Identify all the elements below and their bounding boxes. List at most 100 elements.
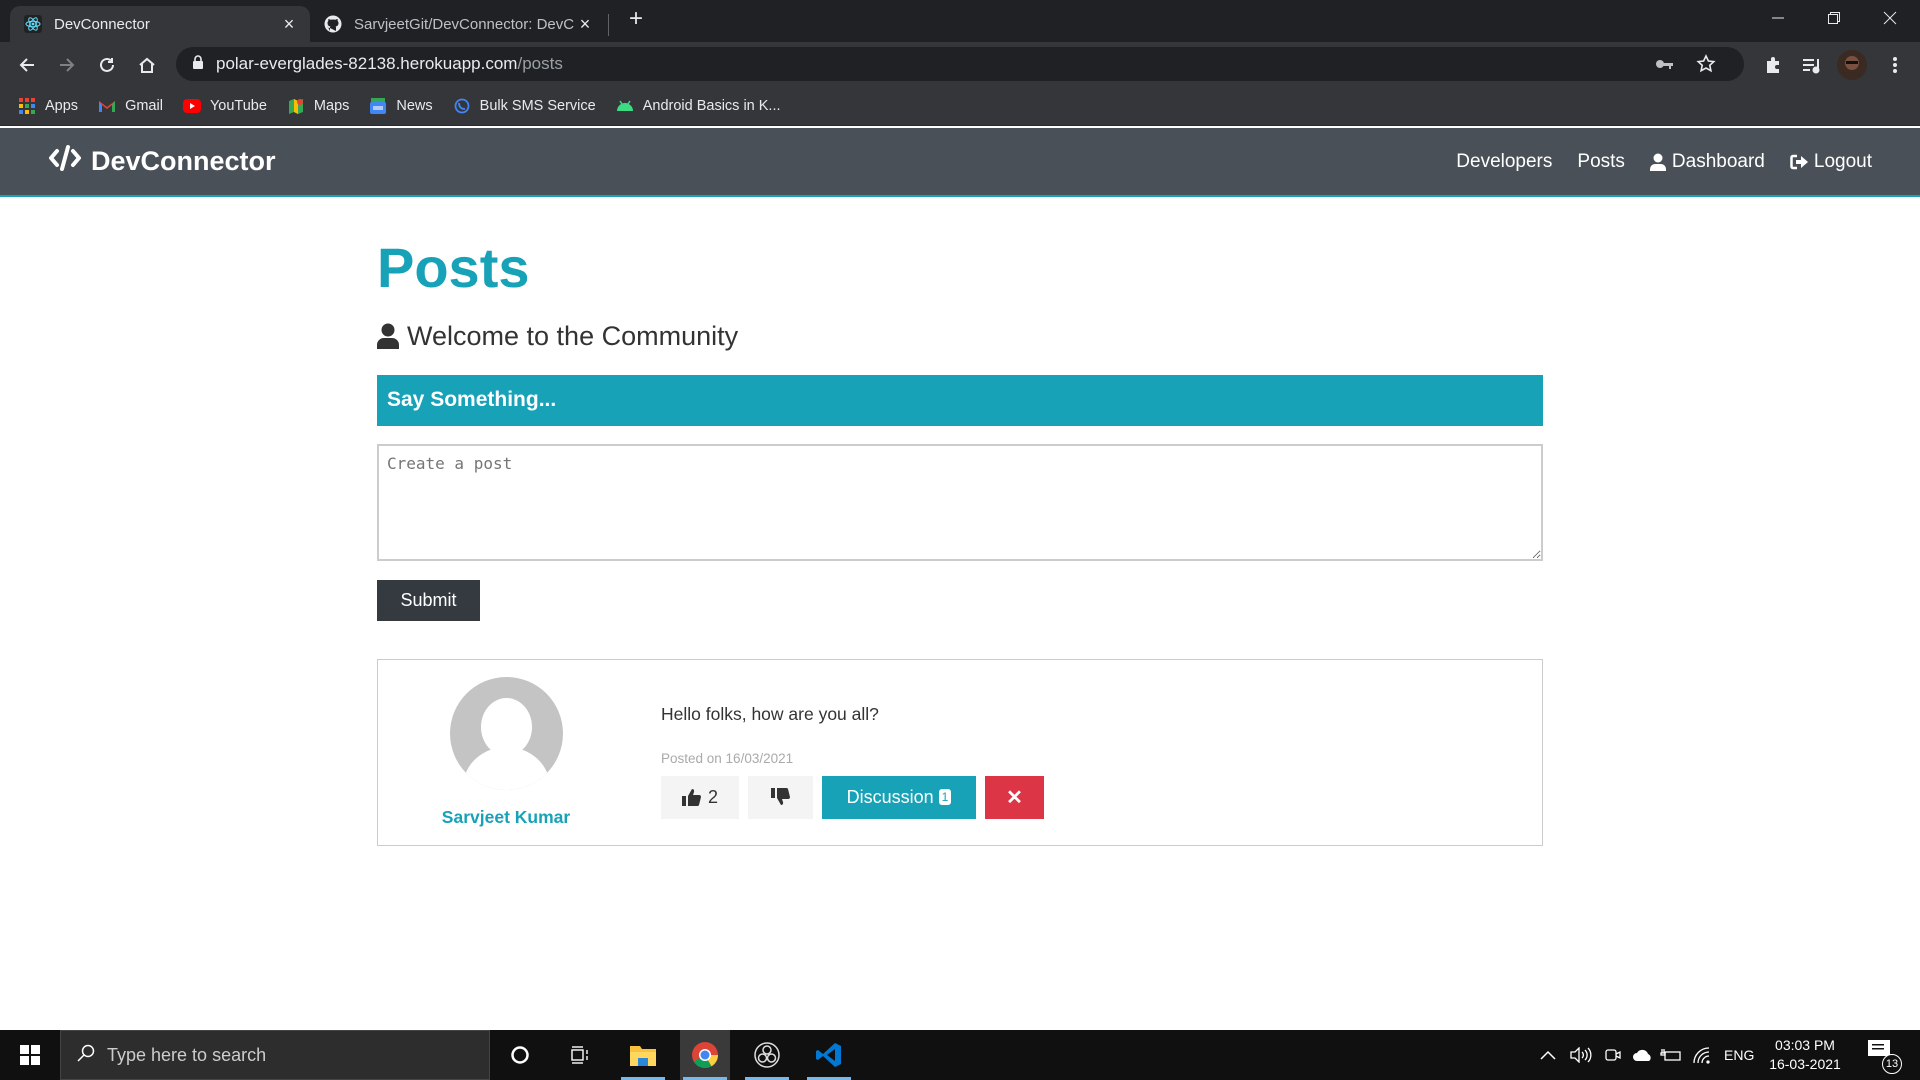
like-button[interactable]: 2: [661, 775, 739, 819]
nav-logout[interactable]: Logout: [1790, 151, 1872, 173]
bookmark-bulk-sms[interactable]: Bulk SMS Service: [453, 97, 596, 115]
extensions-puzzle-icon[interactable]: [1758, 50, 1788, 80]
submit-button[interactable]: Submit: [377, 579, 480, 621]
volume-icon[interactable]: [1570, 1030, 1592, 1080]
bookmark-apps[interactable]: Apps: [18, 97, 78, 115]
bookmark-maps[interactable]: Maps: [287, 97, 349, 115]
user-icon: [1649, 153, 1666, 171]
news-icon: [369, 97, 387, 115]
clock-date: 16-03-2021: [1769, 1056, 1841, 1072]
battery-icon[interactable]: [1660, 1030, 1682, 1080]
tab-github[interactable]: SarvjeetGit/DevConnector: DevCo ×: [310, 6, 606, 42]
search-placeholder: Type here to search: [107, 1044, 267, 1065]
reload-icon[interactable]: [92, 50, 122, 80]
nav-label: Logout: [1813, 150, 1872, 172]
discussion-label: Discussion: [846, 786, 934, 807]
chrome-taskbar-icon[interactable]: [680, 1030, 730, 1080]
discussion-button[interactable]: Discussion 1: [822, 775, 976, 819]
tab-title: DevConnector: [54, 15, 150, 33]
nav-label: Developers: [1456, 150, 1553, 172]
nav-label: Dashboard: [1671, 150, 1765, 172]
bookmark-news[interactable]: News: [369, 97, 433, 115]
close-tab-icon[interactable]: ×: [278, 13, 300, 35]
brand-link[interactable]: DevConnector: [48, 145, 276, 178]
clock-time: 03:03 PM: [1775, 1037, 1835, 1053]
show-hidden-icons[interactable]: [1540, 1030, 1556, 1080]
search-icon: [77, 1044, 95, 1067]
nav-label: Posts: [1577, 150, 1625, 172]
author-avatar[interactable]: [449, 676, 563, 790]
bookmark-youtube[interactable]: YouTube: [182, 97, 267, 115]
onedrive-icon[interactable]: [1632, 1030, 1654, 1080]
gmail-icon: [98, 97, 116, 115]
user-icon: [377, 323, 399, 350]
android-icon: [616, 97, 634, 115]
system-clock[interactable]: 03:03 PM 16-03-2021: [1760, 1036, 1850, 1074]
nav-dashboard[interactable]: Dashboard: [1649, 150, 1765, 173]
apps-grid-icon: [18, 97, 36, 115]
times-icon: ✕: [1006, 786, 1023, 809]
windows-start-button[interactable]: [0, 1030, 60, 1080]
sign-out-icon: [1790, 154, 1808, 170]
file-explorer-icon[interactable]: [618, 1030, 668, 1080]
forward-arrow-icon[interactable]: [52, 50, 82, 80]
minimize-button[interactable]: [1750, 0, 1806, 36]
bookmark-label: Android Basics in K...: [642, 98, 781, 114]
page-title: Posts: [377, 236, 530, 299]
bookmark-label: YouTube: [209, 98, 267, 114]
bookmark-label: Maps: [313, 98, 350, 114]
close-window-button[interactable]: [1862, 0, 1918, 36]
vscode-icon[interactable]: [804, 1030, 854, 1080]
sms-icon: [453, 97, 471, 115]
post-form: Say Something... Submit: [377, 374, 1543, 621]
camera-icon[interactable]: [1604, 1030, 1622, 1080]
bookmark-label: Apps: [45, 98, 79, 114]
taskbar-search-box[interactable]: Type here to search: [60, 1030, 490, 1080]
browser-toolbar: polar-everglades-82138.herokuapp.com/pos…: [0, 42, 1920, 87]
key-icon[interactable]: [1654, 55, 1674, 78]
form-header: Say Something...: [377, 374, 1543, 426]
thumbs-down-icon: [770, 788, 791, 806]
create-post-textarea[interactable]: [377, 443, 1543, 561]
bookmark-star-icon[interactable]: [1696, 54, 1716, 79]
post-text: Hello folks, how are you all?: [661, 703, 879, 724]
tab-devconnector[interactable]: DevConnector ×: [10, 6, 310, 42]
home-icon[interactable]: [132, 50, 162, 80]
author-name[interactable]: Sarvjeet Kumar: [442, 807, 570, 828]
maps-icon: [287, 97, 305, 115]
youtube-icon: [182, 97, 201, 115]
delete-post-button[interactable]: ✕: [985, 775, 1044, 819]
post-date: Posted on 16/03/2021: [661, 750, 794, 766]
notification-count-badge: 13: [1882, 1054, 1902, 1074]
bookmark-gmail[interactable]: Gmail: [98, 97, 163, 115]
wifi-icon[interactable]: [1692, 1030, 1712, 1080]
post-actions: 2 Discussion 1 ✕: [661, 775, 1044, 819]
new-tab-button[interactable]: +: [624, 7, 648, 32]
action-center-button[interactable]: 13: [1868, 1040, 1902, 1074]
back-arrow-icon[interactable]: [12, 50, 42, 80]
lead-text: Welcome to the Community: [407, 320, 739, 351]
cortana-icon[interactable]: [495, 1030, 545, 1080]
bookmark-android-basics[interactable]: Android Basics in K...: [616, 97, 781, 115]
page-lead: Welcome to the Community: [377, 321, 1543, 352]
restore-button[interactable]: [1806, 0, 1862, 36]
thumbs-up-icon: [681, 788, 702, 807]
like-count: 2: [707, 786, 718, 807]
profile-avatar[interactable]: [1837, 50, 1867, 80]
address-bar[interactable]: polar-everglades-82138.herokuapp.com/pos…: [176, 47, 1744, 81]
bookmarks-bar: Apps Gmail YouTube Maps News Bulk SMS Se…: [0, 87, 1920, 126]
obs-icon[interactable]: [742, 1030, 792, 1080]
brand-name: DevConnector: [91, 146, 276, 176]
bookmark-label: News: [396, 98, 433, 114]
windows-taskbar: Type here to search ENG 03:03 PM 16-03-2…: [0, 1030, 1920, 1080]
dislike-button[interactable]: [748, 775, 813, 819]
nav-posts[interactable]: Posts: [1577, 151, 1625, 173]
post-author[interactable]: Sarvjeet Kumar: [378, 660, 634, 845]
media-queue-icon[interactable]: [1797, 50, 1827, 80]
close-tab-icon[interactable]: ×: [574, 13, 596, 35]
nav-developers[interactable]: Developers: [1456, 151, 1552, 173]
bookmark-label: Bulk SMS Service: [479, 98, 596, 114]
language-indicator[interactable]: ENG: [1724, 1030, 1754, 1080]
task-view-icon[interactable]: [555, 1030, 605, 1080]
browser-menu-icon[interactable]: [1880, 50, 1910, 80]
